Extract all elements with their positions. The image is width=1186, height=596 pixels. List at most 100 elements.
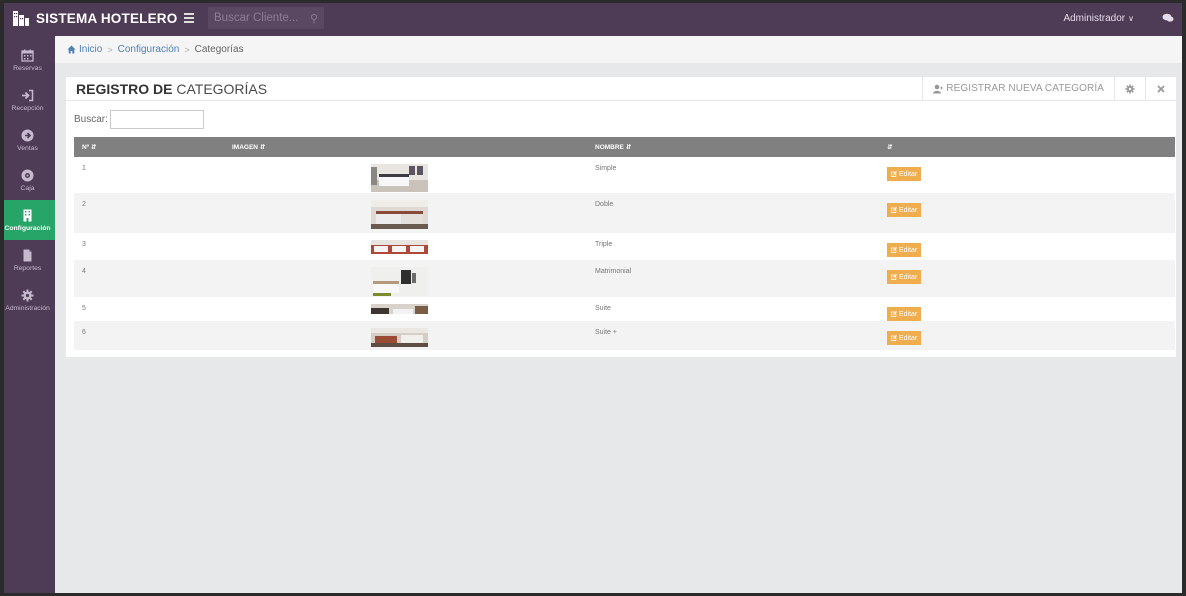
breadcrumb: Inicio > Configuración > Categorías bbox=[55, 36, 1186, 63]
sidebar-item-label: Reservas bbox=[13, 64, 42, 72]
breadcrumb-section-link[interactable]: Configuración bbox=[118, 44, 180, 55]
calendar-icon bbox=[21, 49, 34, 62]
room-thumbnail bbox=[371, 200, 428, 229]
table-row: 6 Suite + Editar bbox=[74, 321, 1175, 350]
breadcrumb-home-link[interactable]: Inicio bbox=[79, 44, 102, 55]
categories-panel: REGISTRO DE CATEGORÍAS REGISTRAR NUEVA C… bbox=[66, 76, 1176, 357]
sidebar-item-configuracion[interactable]: Configuración bbox=[0, 200, 55, 240]
table-search-input[interactable] bbox=[109, 109, 204, 129]
sidebar-item-recepcion[interactable]: Recepción bbox=[0, 80, 55, 120]
breadcrumb-separator: > bbox=[184, 44, 190, 55]
cell-actions: Editar bbox=[879, 193, 1175, 233]
gear-icon bbox=[1125, 83, 1135, 94]
column-header-actions[interactable]: ⇵ bbox=[879, 137, 1175, 157]
search-icon[interactable]: ⚲ bbox=[310, 12, 318, 25]
table-search: Buscar: bbox=[66, 101, 1176, 137]
sidebar-item-administracion[interactable]: Administración bbox=[0, 280, 55, 320]
cell-name: Simple bbox=[595, 165, 617, 172]
table-row: 3 Triple Editar bbox=[74, 233, 1175, 260]
gear-icon bbox=[21, 289, 34, 301]
safe-icon bbox=[21, 169, 34, 181]
cell-name: Triple bbox=[595, 241, 613, 248]
top-navbar: SISTEMA HOTELERO Buscar Cliente... ⚲ Adm… bbox=[0, 0, 1186, 36]
breadcrumb-separator: > bbox=[107, 44, 113, 55]
edit-button[interactable]: Editar bbox=[887, 307, 922, 321]
cell-no: 2 bbox=[82, 201, 86, 208]
menu-toggle-icon[interactable] bbox=[184, 0, 198, 36]
categories-table: Nº ⇵ IMAGEN ⇵ NOMBRE ⇵ ⇵ 1 Simple Editar… bbox=[74, 137, 1175, 350]
chat-icon[interactable] bbox=[1162, 13, 1174, 23]
room-thumbnail bbox=[371, 164, 428, 192]
edit-button[interactable]: Editar bbox=[887, 203, 922, 217]
edit-icon bbox=[891, 311, 897, 317]
table-row: 5 Suite Editar bbox=[74, 297, 1175, 321]
cell-image bbox=[224, 297, 587, 321]
cell-image bbox=[224, 321, 587, 350]
panel-close-button[interactable] bbox=[1145, 76, 1176, 101]
main-content: Inicio > Configuración > Categorías REGI… bbox=[55, 36, 1186, 596]
edit-button[interactable]: Editar bbox=[887, 243, 922, 257]
edit-button[interactable]: Editar bbox=[887, 331, 922, 345]
sidebar-item-label: Reportes bbox=[13, 264, 42, 272]
cell-no: 5 bbox=[82, 305, 86, 312]
sidebar-item-label: Administración bbox=[5, 304, 50, 312]
cell-actions: Editar bbox=[879, 321, 1175, 350]
room-thumbnail bbox=[371, 240, 428, 254]
sidebar-item-caja[interactable]: Caja bbox=[0, 160, 55, 200]
sidebar-item-reservas[interactable]: Reservas bbox=[0, 40, 55, 80]
table-row: 2 Doble Editar bbox=[74, 193, 1175, 233]
cell-name: Doble bbox=[595, 201, 614, 208]
column-header-name[interactable]: NOMBRE ⇵ bbox=[587, 137, 879, 157]
cell-actions: Editar bbox=[879, 233, 1175, 260]
page-title-bold: REGISTRO DE bbox=[76, 80, 173, 97]
edit-button[interactable]: Editar bbox=[887, 167, 922, 181]
cell-name: Suite bbox=[595, 305, 611, 312]
client-search-input[interactable]: Buscar Cliente... ⚲ bbox=[208, 7, 324, 29]
column-header-image[interactable]: IMAGEN ⇵ bbox=[224, 137, 587, 157]
panel-settings-button[interactable] bbox=[1114, 76, 1145, 101]
cell-image bbox=[224, 157, 587, 193]
cell-actions: Editar bbox=[879, 297, 1175, 321]
sidebar-item-label: Recepción bbox=[11, 104, 44, 112]
register-category-label: REGISTRAR NUEVA CATEGORÍA bbox=[946, 83, 1104, 94]
page-title: REGISTRO DE CATEGORÍAS bbox=[76, 81, 267, 97]
building-icon bbox=[23, 209, 32, 221]
sidebar-item-label: Caja bbox=[20, 184, 35, 192]
edit-icon bbox=[891, 207, 897, 213]
edit-icon bbox=[891, 274, 897, 280]
cell-no: 3 bbox=[82, 241, 86, 248]
cell-name: Suite + bbox=[595, 329, 617, 336]
cell-no: 6 bbox=[82, 329, 86, 336]
table-header-row: Nº ⇵ IMAGEN ⇵ NOMBRE ⇵ ⇵ bbox=[74, 137, 1175, 157]
cell-image bbox=[224, 193, 587, 233]
edit-button[interactable]: Editar bbox=[887, 270, 922, 284]
cell-actions: Editar bbox=[879, 260, 1175, 297]
cell-no: 1 bbox=[82, 165, 86, 172]
sidebar-item-reportes[interactable]: Reportes bbox=[0, 240, 55, 280]
room-thumbnail bbox=[371, 267, 428, 296]
sign-in-icon bbox=[22, 89, 34, 101]
page-title-rest: CATEGORÍAS bbox=[172, 80, 268, 97]
column-header-no[interactable]: Nº ⇵ bbox=[74, 137, 224, 157]
sidebar-item-label: Ventas bbox=[17, 144, 38, 152]
home-icon bbox=[67, 45, 76, 54]
cell-name: Matrimonial bbox=[595, 268, 632, 275]
chevron-down-icon[interactable]: ∨ bbox=[1128, 14, 1134, 23]
edit-icon bbox=[891, 171, 897, 177]
sidebar-item-ventas[interactable]: Ventas bbox=[0, 120, 55, 160]
breadcrumb-current: Categorías bbox=[194, 44, 244, 55]
table-search-label: Buscar: bbox=[74, 113, 108, 125]
register-category-button[interactable]: REGISTRAR NUEVA CATEGORÍA bbox=[922, 76, 1114, 101]
brand[interactable]: SISTEMA HOTELERO bbox=[0, 0, 184, 36]
arrow-circle-icon bbox=[21, 129, 34, 141]
sidebar-item-label: Configuración bbox=[4, 224, 51, 232]
edit-icon bbox=[891, 247, 897, 253]
sidebar: Reservas Recepción Ventas Caja Configura… bbox=[0, 36, 55, 596]
room-thumbnail bbox=[371, 304, 428, 314]
file-icon bbox=[23, 249, 32, 261]
edit-icon bbox=[891, 335, 897, 341]
user-menu[interactable]: Administrador bbox=[1063, 13, 1125, 24]
cell-actions: Editar bbox=[879, 157, 1175, 193]
close-icon bbox=[1157, 84, 1165, 93]
cell-image bbox=[224, 233, 587, 260]
